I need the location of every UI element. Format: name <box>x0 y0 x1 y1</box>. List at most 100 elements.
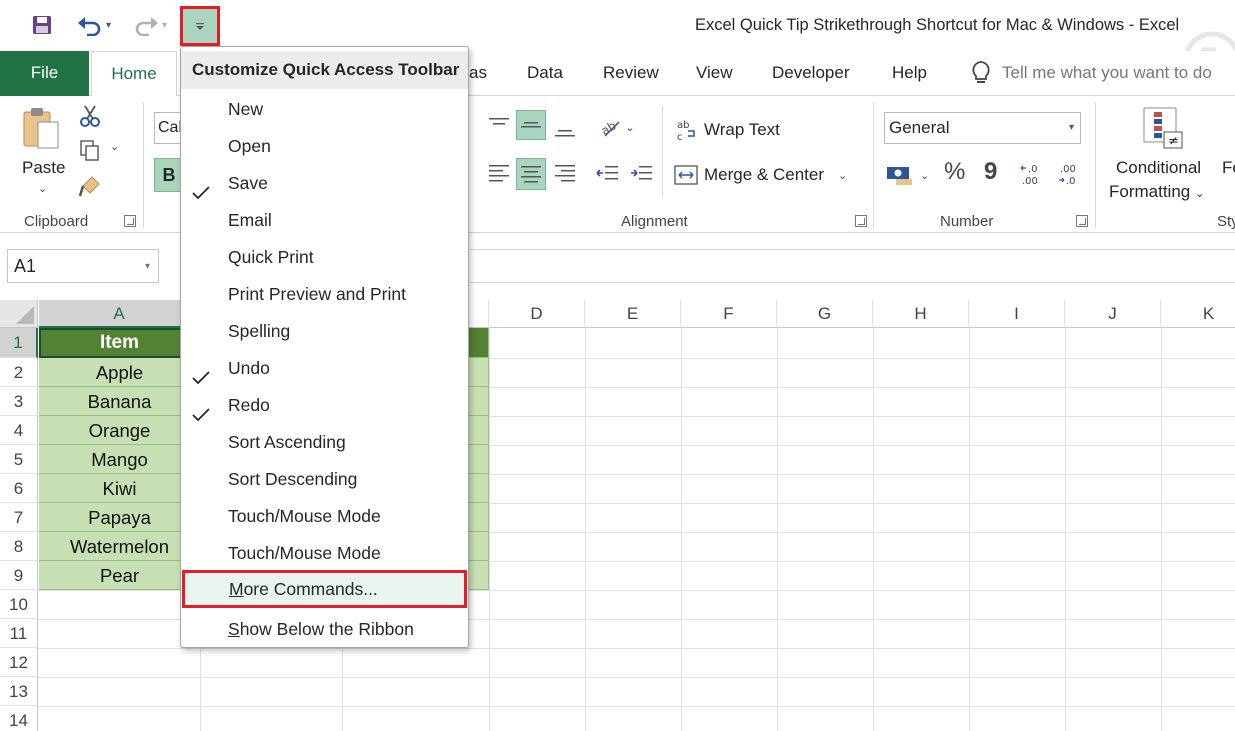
cell-a4[interactable]: Orange <box>39 416 200 445</box>
menu-item-sort-descending[interactable]: Sort Descending <box>181 461 468 498</box>
redo-dropdown-icon[interactable]: ▾ <box>162 20 167 31</box>
wrap-text-button[interactable]: ab c Wrap Text <box>676 118 780 142</box>
row-header-7[interactable]: 7 <box>0 503 38 532</box>
merge-center-button[interactable]: Merge & Center ⌄ <box>674 164 847 186</box>
menu-item-spelling[interactable]: Spelling <box>181 313 468 350</box>
cell-a2[interactable]: Apple <box>39 358 200 387</box>
cell-c4[interactable] <box>467 416 489 445</box>
cut-button[interactable] <box>78 104 104 130</box>
tab-help[interactable]: Help <box>892 51 927 96</box>
row-header-13[interactable]: 13 <box>0 677 38 706</box>
column-header-i[interactable]: I <box>969 300 1065 328</box>
menu-item-email[interactable]: Email <box>181 202 468 239</box>
row-header-6[interactable]: 6 <box>0 474 38 503</box>
cell-a8[interactable]: Watermelon <box>39 532 200 561</box>
copy-dropdown-icon[interactable]: ⌄ <box>110 140 119 153</box>
tab-home[interactable]: Home <box>91 51 177 97</box>
cell-a3[interactable]: Banana <box>39 387 200 416</box>
cell-c5[interactable] <box>467 445 489 474</box>
orientation-dropdown-icon[interactable]: ⌄ <box>625 121 634 134</box>
decrease-indent-button[interactable] <box>592 158 622 188</box>
tab-data[interactable]: Data <box>527 51 563 96</box>
qat-undo-button[interactable]: ▾ <box>70 10 118 40</box>
copy-button[interactable]: ⌄ <box>78 138 124 164</box>
menu-item-quick-print[interactable]: Quick Print <box>181 239 468 276</box>
cell-c9[interactable] <box>467 561 489 590</box>
select-all-button[interactable] <box>0 300 38 328</box>
conditional-formatting-dropdown-icon[interactable]: ⌄ <box>1195 188 1204 200</box>
tab-developer[interactable]: Developer <box>772 51 850 96</box>
decrease-decimal-button[interactable]: .00.0 <box>1058 162 1084 190</box>
row-header-4[interactable]: 4 <box>0 416 38 445</box>
row-header-3[interactable]: 3 <box>0 387 38 416</box>
align-center-button[interactable] <box>516 158 546 190</box>
increase-decimal-button[interactable]: .0.00 <box>1020 162 1046 190</box>
cell-a6[interactable]: Kiwi <box>39 474 200 503</box>
menu-item-show-below-ribbon[interactable]: Show Below the Ribbon <box>181 611 468 648</box>
row-header-10[interactable]: 10 <box>0 590 38 619</box>
align-left-button[interactable] <box>484 158 514 188</box>
row-header-1[interactable]: 1 <box>0 328 38 358</box>
column-header-f[interactable]: F <box>681 300 777 328</box>
number-format-dropdown-icon[interactable]: ▾ <box>1069 113 1074 143</box>
tab-formulas[interactable]: as <box>469 51 487 96</box>
format-as-table-label[interactable]: Fo <box>1222 158 1235 178</box>
increase-indent-button[interactable] <box>626 158 656 188</box>
cell-c1[interactable] <box>467 328 489 358</box>
cell-c7[interactable] <box>467 503 489 532</box>
row-header-14[interactable]: 14 <box>0 706 38 731</box>
column-header-e[interactable]: E <box>585 300 681 328</box>
align-middle-button[interactable] <box>516 110 546 140</box>
number-launcher-icon[interactable] <box>1076 215 1088 227</box>
row-header-11[interactable]: 11 <box>0 619 38 648</box>
number-format-select[interactable]: General ▾ <box>884 112 1081 144</box>
row-header-12[interactable]: 12 <box>0 648 38 677</box>
menu-item-print-preview-and-print[interactable]: Print Preview and Print <box>181 276 468 313</box>
cell-a5[interactable]: Mango <box>39 445 200 474</box>
cell-c8[interactable] <box>467 532 489 561</box>
menu-item-redo[interactable]: Redo <box>181 387 468 424</box>
name-box[interactable]: A1 ▾ <box>7 249 159 283</box>
menu-item-more-commands[interactable]: More Commands... <box>182 570 467 608</box>
cell-a9[interactable]: Pear <box>39 561 200 590</box>
column-header-a[interactable]: A <box>39 300 200 328</box>
menu-item-sort-ascending[interactable]: Sort Ascending <box>181 424 468 461</box>
cell-c6[interactable] <box>467 474 489 503</box>
tell-me-search[interactable]: Tell me what you want to do <box>970 60 1212 86</box>
cell-c2[interactable] <box>467 358 489 387</box>
align-bottom-button[interactable] <box>550 114 580 144</box>
paste-dropdown-icon[interactable]: ⌄ <box>38 182 47 195</box>
menu-item-touch-mouse-mode[interactable]: Touch/Mouse Mode <box>181 535 468 572</box>
column-header-k[interactable]: K <box>1161 300 1235 328</box>
align-right-button[interactable] <box>550 158 580 188</box>
orientation-button[interactable]: ab ⌄ <box>594 112 640 142</box>
menu-item-touch-mouse-mode[interactable]: Touch/Mouse Mode <box>181 498 468 535</box>
accounting-dropdown-icon[interactable]: ⌄ <box>920 169 929 182</box>
cell-a1[interactable]: Item <box>39 328 200 358</box>
undo-dropdown-icon[interactable]: ▾ <box>106 20 111 31</box>
clipboard-launcher-icon[interactable] <box>124 215 136 227</box>
formula-input[interactable] <box>470 249 1235 283</box>
comma-style-button[interactable]: 9 <box>984 158 997 186</box>
tab-review[interactable]: Review <box>603 51 659 96</box>
row-header-2[interactable]: 2 <box>0 358 38 387</box>
menu-item-save[interactable]: Save <box>181 165 468 202</box>
menu-item-new[interactable]: New <box>181 91 468 128</box>
cell-a7[interactable]: Papaya <box>39 503 200 532</box>
column-header-h[interactable]: H <box>873 300 969 328</box>
name-box-dropdown-icon[interactable]: ▾ <box>145 251 150 283</box>
menu-item-undo[interactable]: Undo <box>181 350 468 387</box>
align-top-button[interactable] <box>484 110 514 140</box>
qat-redo-button[interactable]: ▾ <box>126 10 174 40</box>
column-header-d[interactable]: D <box>489 300 585 328</box>
column-header-g[interactable]: G <box>777 300 873 328</box>
row-header-9[interactable]: 9 <box>0 561 38 590</box>
alignment-launcher-icon[interactable] <box>855 215 867 227</box>
qat-save-button[interactable] <box>28 10 56 40</box>
tab-file[interactable]: File <box>0 51 89 96</box>
row-header-8[interactable]: 8 <box>0 532 38 561</box>
percent-style-button[interactable]: % <box>944 158 965 186</box>
customize-qat-button[interactable] <box>180 6 220 46</box>
menu-item-open[interactable]: Open <box>181 128 468 165</box>
tab-view[interactable]: View <box>696 51 733 96</box>
